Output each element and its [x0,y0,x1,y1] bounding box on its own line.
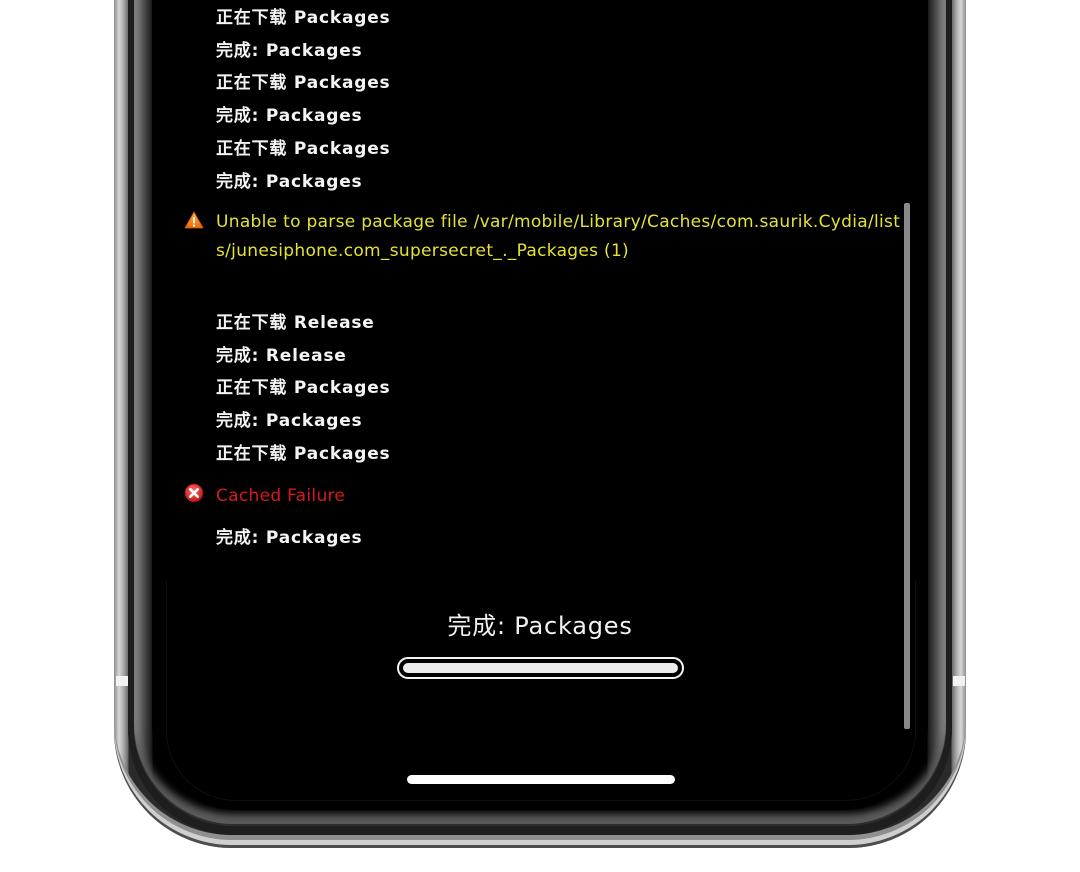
log-line: 正在下载 Packages [216,73,391,93]
log-line: 完成: Packages [216,528,363,548]
status-text: 完成: Packages [447,612,633,640]
log-line: 完成: Packages [216,411,363,431]
log-line: 正在下载 Packages [216,444,391,464]
log-line: 完成: Release [216,346,347,366]
home-indicator[interactable] [407,775,675,784]
error-message: Cached Failure [216,486,346,506]
progress-bar-fill [403,663,678,673]
antenna-line-left [116,676,128,686]
progress-bar [397,657,684,679]
scrollbar[interactable] [904,203,910,729]
log-line: 正在下载 Release [216,313,375,333]
log-line: 正在下载 Packages [216,378,391,398]
error-x-circle-icon [184,483,204,503]
phone-screen: 正在下载 Packages 完成: Packages 正在下载 Packages… [152,0,928,810]
log-line: 完成: Packages [216,106,363,126]
log-line: 正在下载 Packages [216,8,391,28]
warning-message: Unable to parse package file /var/mobile… [216,212,901,261]
log-line: 完成: Packages [216,41,363,61]
log-line: 正在下载 Packages [216,139,391,159]
log-line: 完成: Packages [216,172,363,192]
warning-triangle-icon [184,211,204,229]
antenna-line-right [953,676,965,686]
